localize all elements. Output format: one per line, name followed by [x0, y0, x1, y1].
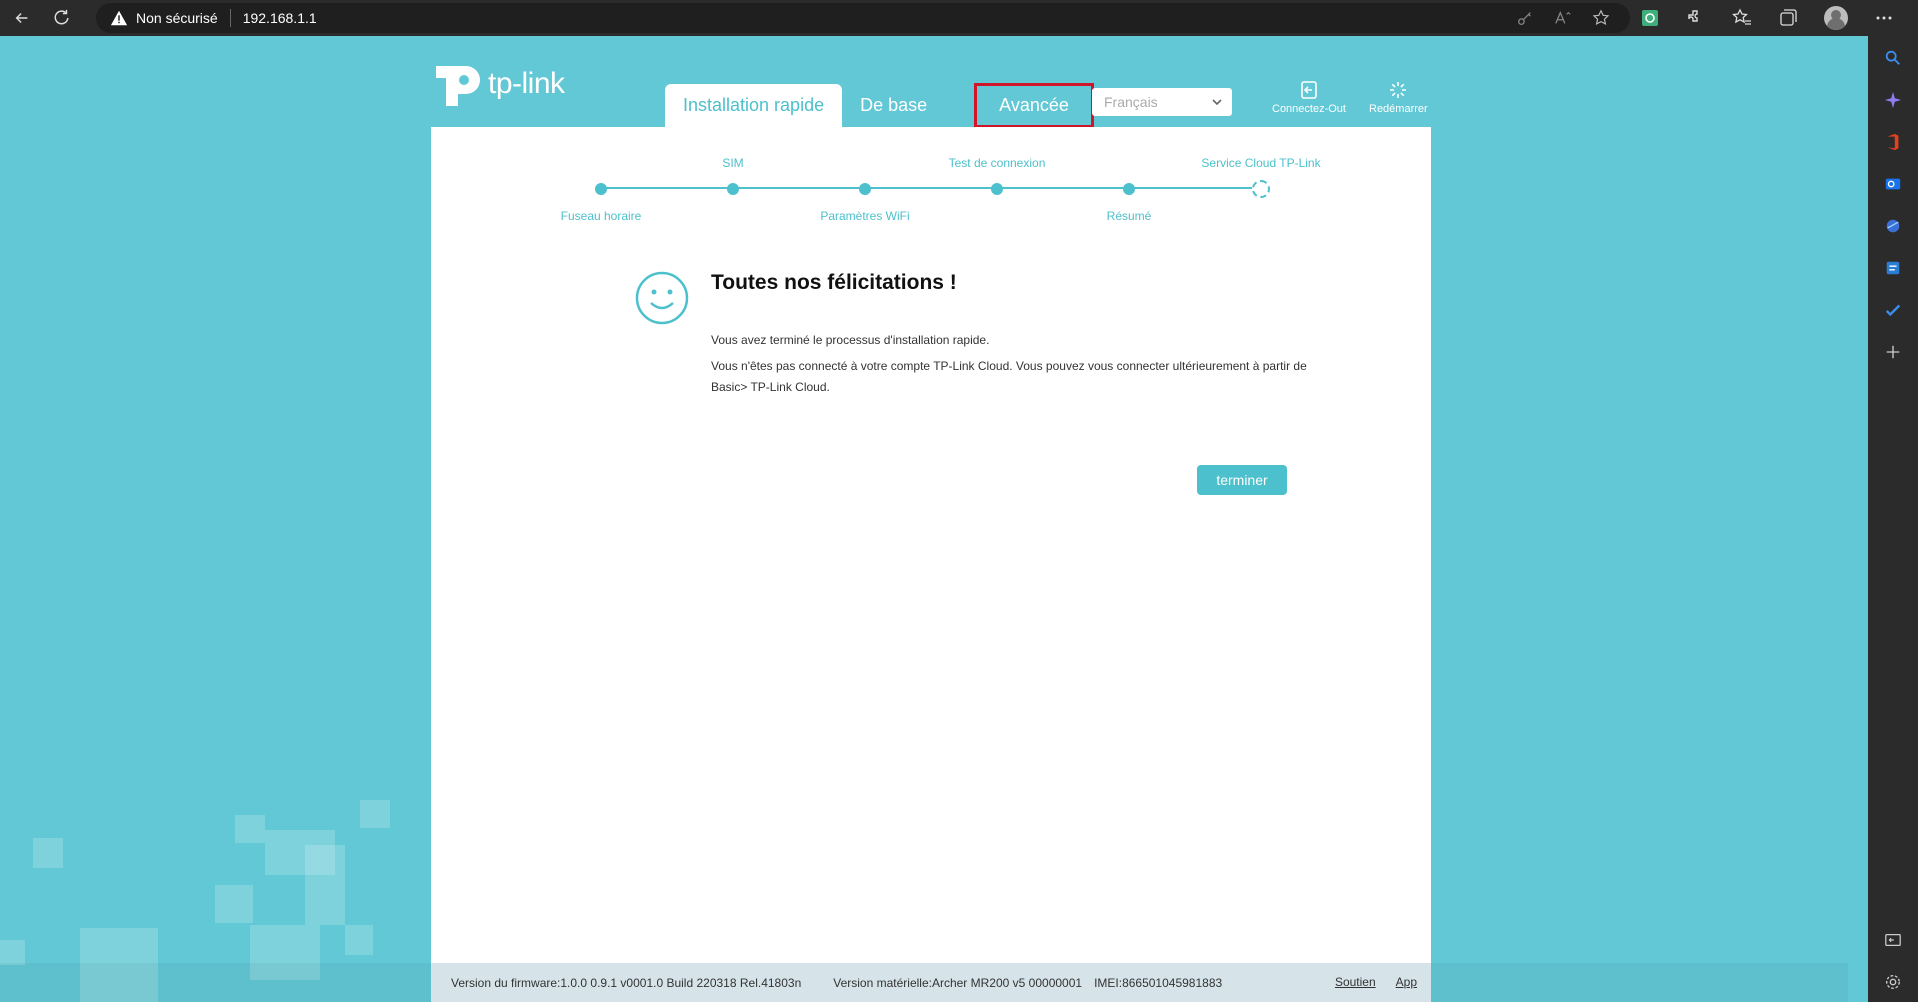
sidebar-notes[interactable] — [1883, 258, 1903, 278]
sidebar-office[interactable] — [1883, 132, 1903, 152]
address-separator — [229, 9, 231, 27]
office-icon — [1887, 133, 1899, 151]
extension-green-icon[interactable] — [1640, 8, 1660, 28]
sidebar-copilot[interactable] — [1883, 90, 1903, 110]
sidebar-settings[interactable] — [1883, 972, 1903, 992]
sidebar-hide[interactable] — [1883, 930, 1903, 950]
main-panel: SIM Test de connexion Service Cloud TP-L… — [431, 127, 1431, 1002]
back-button[interactable] — [4, 0, 40, 36]
congrats-title: Toutes nos félicitations ! — [711, 271, 957, 294]
app-link[interactable]: App — [1396, 975, 1417, 989]
step-dot-cloud-current — [1252, 180, 1270, 198]
logout-label: Connectez-Out — [1272, 103, 1346, 115]
step-dot-sim — [727, 183, 739, 195]
favorite-add-icon[interactable] — [1592, 9, 1610, 27]
step-dot-timezone — [595, 183, 607, 195]
gear-icon — [1886, 975, 1900, 989]
tab-basic[interactable]: De base — [842, 84, 945, 127]
logout-button[interactable]: Connectez-Out — [1272, 80, 1346, 115]
message-line-2a: Vous n'êtes pas connecté à votre compte … — [711, 359, 1307, 373]
page-scrollbar[interactable] — [1848, 36, 1868, 1002]
step-dot-summary — [1123, 183, 1135, 195]
extensions-icon[interactable] — [1686, 8, 1706, 28]
checkmark-icon — [1885, 304, 1901, 317]
refresh-button[interactable] — [44, 0, 80, 36]
hardware-version: Version matérielle:Archer MR200 v5 00000… — [833, 975, 1083, 990]
back-arrow-icon — [15, 12, 28, 24]
reboot-label: Redémarrer — [1369, 103, 1428, 115]
step-dot-wifi — [859, 183, 871, 195]
logo-text: tp-link — [488, 67, 565, 100]
firmware-version: Version du firmware:1.0.0 0.9.1 v0001.0 … — [451, 975, 802, 990]
main-tabs: Installation rapide De base Avancée — [665, 83, 1094, 128]
wizard-progress: SIM Test de connexion Service Cloud TP-L… — [431, 127, 1431, 227]
sparkle-icon — [1884, 91, 1902, 109]
refresh-icon — [54, 9, 69, 25]
collections-icon[interactable] — [1778, 8, 1798, 28]
favorites-icon[interactable] — [1732, 8, 1752, 28]
browser-toolbar: Non sécurisé 192.168.1.1 — [0, 0, 1918, 36]
sidebar-browser-essentials[interactable] — [1883, 216, 1903, 236]
decor-square — [360, 800, 390, 828]
step-label-sim: SIM — [722, 156, 744, 170]
tp-link-logo-icon — [436, 66, 480, 106]
reboot-icon — [1390, 82, 1407, 98]
step-label-connection-test: Test de connexion — [948, 156, 1046, 170]
decor-square — [345, 925, 373, 955]
step-label-cloud: Service Cloud TP-Link — [1201, 156, 1321, 170]
decor-square — [235, 815, 265, 843]
globe-icon — [1886, 219, 1900, 233]
decor-square — [215, 885, 253, 923]
finish-button[interactable]: terminer — [1197, 465, 1287, 495]
warning-icon — [110, 10, 128, 26]
more-menu-icon[interactable] — [1874, 8, 1894, 28]
logout-icon — [1301, 81, 1317, 99]
message-line-2b: Basic> TP-Link Cloud. — [711, 380, 830, 394]
chevron-down-icon — [1212, 99, 1222, 106]
smiley-icon — [635, 271, 689, 325]
sidebar-search[interactable] — [1883, 48, 1903, 68]
message-line-1: Vous avez terminé le processus d'install… — [711, 333, 990, 347]
step-label-timezone: Fuseau horaire — [560, 209, 642, 223]
search-icon — [1885, 50, 1900, 65]
step-label-wifi: Paramètres WiFi — [820, 209, 910, 223]
tab-quick-setup[interactable]: Installation rapide — [665, 84, 843, 127]
page-footer: Version du firmware:1.0.0 0.9.1 v0001.0 … — [431, 963, 1431, 1002]
security-label: Non sécurisé — [136, 10, 218, 26]
tab-advanced[interactable]: Avancée — [974, 83, 1094, 128]
step-dot-connection-test — [991, 183, 1003, 195]
decor-square — [0, 940, 25, 965]
progress-track — [601, 187, 1263, 189]
decor-square — [305, 845, 345, 925]
support-link[interactable]: Soutien — [1335, 975, 1376, 989]
edge-sidebar — [1868, 36, 1918, 1002]
sidebar-todo[interactable] — [1883, 300, 1903, 320]
url-text: 192.168.1.1 — [242, 10, 317, 26]
step-label-summary: Résumé — [1106, 209, 1152, 223]
tp-link-logo: tp-link — [430, 58, 565, 110]
read-aloud-icon[interactable] — [1554, 9, 1572, 27]
profile-avatar[interactable] — [1824, 6, 1848, 30]
language-select[interactable]: Français — [1092, 88, 1232, 116]
plus-icon — [1886, 345, 1900, 359]
panel-collapse-icon — [1885, 933, 1901, 947]
decor-square — [33, 838, 63, 868]
language-value: Français — [1104, 94, 1158, 110]
outlook-icon — [1885, 178, 1901, 190]
notes-icon — [1886, 261, 1900, 275]
sidebar-add[interactable] — [1883, 342, 1903, 362]
key-icon[interactable] — [1516, 9, 1534, 27]
reboot-button[interactable]: Redémarrer — [1369, 80, 1428, 115]
address-bar[interactable]: Non sécurisé 192.168.1.1 — [96, 3, 1630, 33]
imei-value: IMEI:866501045981883 — [1094, 975, 1223, 990]
sidebar-outlook[interactable] — [1883, 174, 1903, 194]
